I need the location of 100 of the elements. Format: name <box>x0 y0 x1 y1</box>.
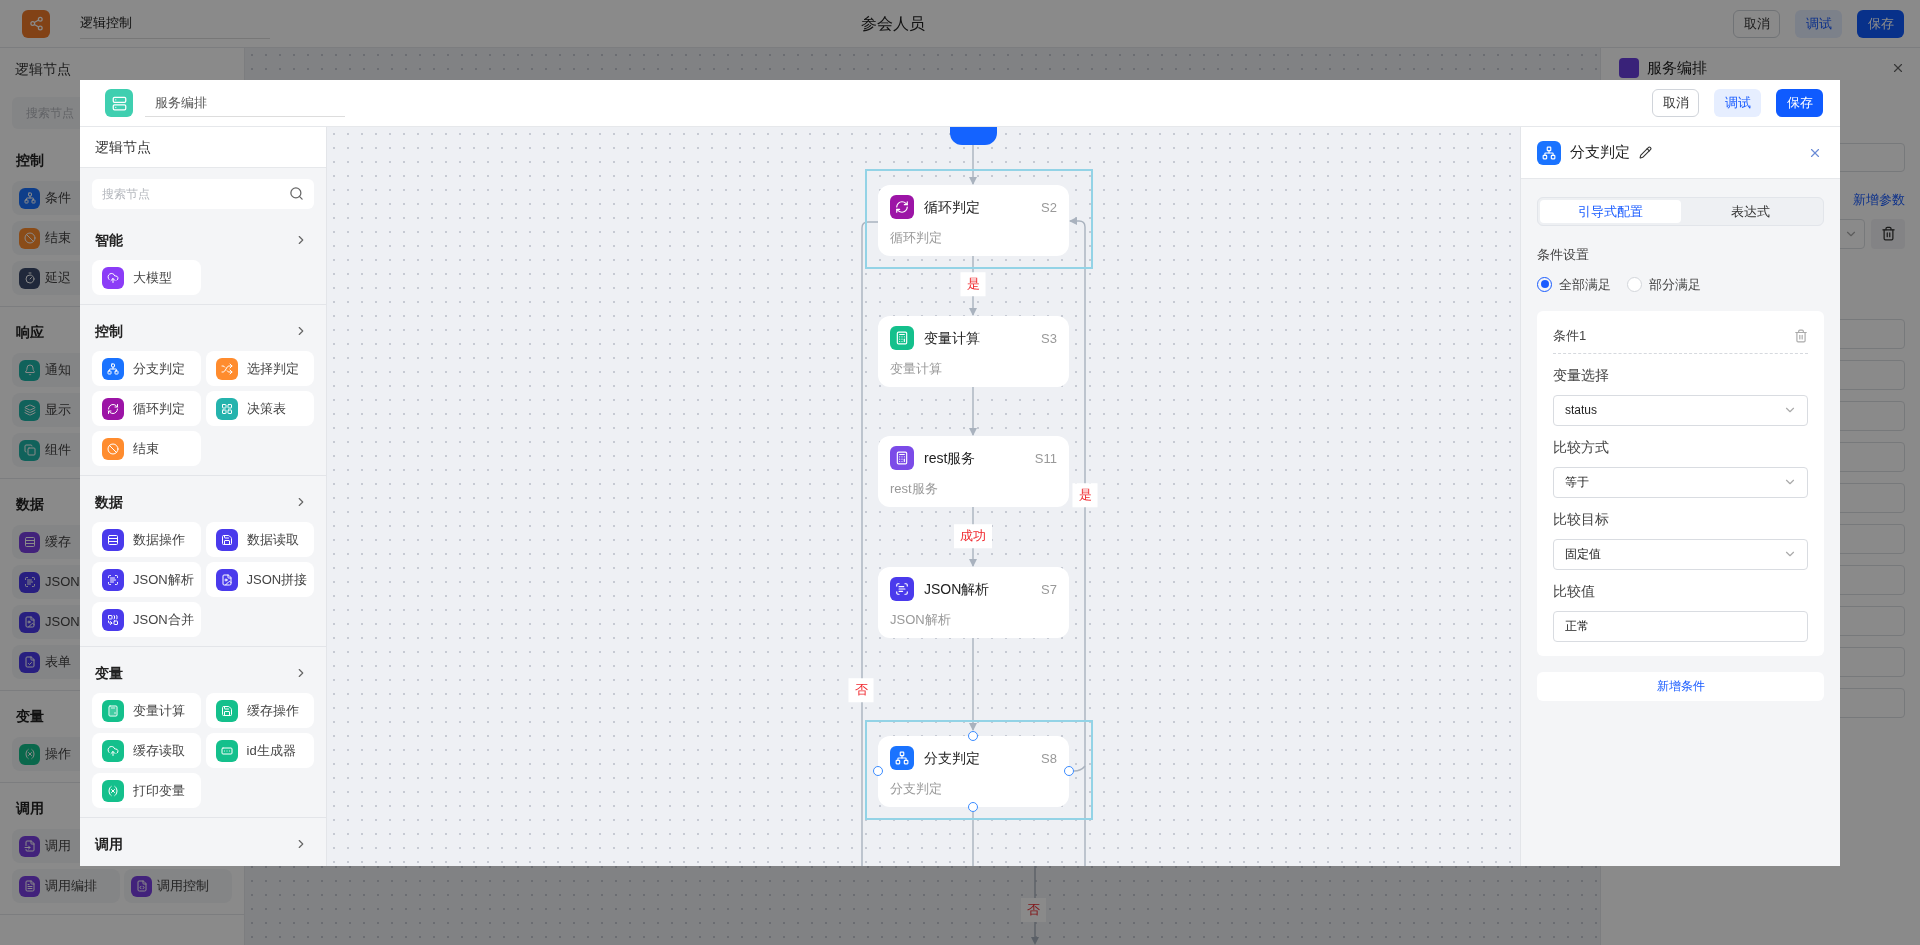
timer-icon <box>19 267 40 289</box>
action-button[interactable]: 保存 <box>1776 89 1823 117</box>
section-title: 调用 <box>95 834 123 854</box>
edge-label: 否 <box>848 678 874 702</box>
text-field[interactable]: 正常 <box>1553 610 1808 642</box>
search-field[interactable]: 搜索节点 <box>92 179 314 209</box>
palette-item[interactable]: JSON解析 <box>92 562 201 597</box>
node-subtitle: 循环判定 <box>890 229 942 247</box>
field-label: 比较值 <box>1553 581 1596 601</box>
panel-title: 服务编排 <box>1647 57 1707 78</box>
trash-icon <box>1880 226 1896 241</box>
palette-item[interactable]: 缓存操作 <box>205 693 314 728</box>
flow-node[interactable]: JSON解析 S7 JSON解析 <box>878 567 1069 638</box>
tab[interactable]: 引导式配置 <box>1540 200 1681 223</box>
edge-label: 否 <box>1021 898 1046 922</box>
copy-icon <box>19 439 40 461</box>
action-button[interactable]: 取消 <box>1733 9 1780 38</box>
node-title: 循环判定 <box>924 198 980 217</box>
search-icon[interactable] <box>289 186 304 201</box>
connection-handle[interactable] <box>873 766 883 776</box>
code-file-icon <box>131 875 152 897</box>
share-nodes-icon <box>22 9 50 38</box>
connector-line <box>972 811 974 866</box>
node-title: 变量计算 <box>924 329 980 348</box>
field-label: 变量选择 <box>1553 365 1610 385</box>
field-label: 比较目标 <box>1553 509 1610 529</box>
hierarchy-icon <box>19 187 40 209</box>
condition-title: 条件1 <box>1553 327 1587 345</box>
bell-icon <box>19 359 40 381</box>
panel-title: 分支判定 <box>1570 142 1630 163</box>
section-title: 调用 <box>16 798 44 818</box>
section-title: 数据 <box>16 494 44 514</box>
node-id: S3 <box>1041 330 1057 348</box>
layers-icon <box>19 399 40 421</box>
file-text-icon <box>19 875 40 897</box>
add-condition-button[interactable]: 新增条件 <box>1537 671 1824 701</box>
page-title: 参会人员 <box>860 13 926 34</box>
flow-node[interactable]: 循环判定 S2 循环判定 <box>878 185 1069 256</box>
trash-icon[interactable] <box>1794 328 1808 343</box>
node-subtitle: rest服务 <box>890 480 938 498</box>
palette-item[interactable]: 变量计算 <box>92 693 201 728</box>
node-id: S7 <box>1041 581 1057 599</box>
node-id: S11 <box>1034 450 1057 468</box>
connection-handle[interactable] <box>968 802 978 812</box>
node-title: rest服务 <box>924 449 976 468</box>
title-field[interactable]: 服务编排 <box>145 89 345 117</box>
action-button[interactable]: 取消 <box>1652 89 1699 117</box>
action-button[interactable]: 保存 <box>1857 9 1904 38</box>
edge-label: 是 <box>1072 483 1098 507</box>
flow-node[interactable]: rest服务 S11 rest服务 <box>878 436 1069 507</box>
pencil-icon[interactable] <box>1639 146 1652 159</box>
select-field[interactable]: 固定值 <box>1553 538 1808 570</box>
section-title: 变量 <box>16 706 44 726</box>
node-title: 分支判定 <box>924 749 980 768</box>
section-title: 控制 <box>16 150 44 170</box>
node-subtitle: 分支判定 <box>890 780 942 798</box>
radio-option[interactable]: 全部满足 <box>1537 274 1611 294</box>
rows-icon <box>19 531 40 553</box>
palette-item[interactable]: 分支判定 <box>92 351 201 386</box>
palette-item[interactable]: 循环判定 <box>92 391 201 426</box>
node-subtitle: JSON解析 <box>890 611 951 629</box>
flow-node[interactable]: 分支判定 S8 分支判定 <box>878 736 1069 807</box>
flow-node[interactable]: 变量计算 S3 变量计算 <box>878 316 1069 387</box>
palette-item[interactable]: 结束 <box>92 431 201 466</box>
palette-item[interactable]: 打印变量 <box>92 773 201 808</box>
file-check-icon <box>19 651 40 673</box>
palette-item[interactable]: 决策表 <box>205 391 314 426</box>
palette-item[interactable]: 数据操作 <box>92 522 201 557</box>
start-node[interactable] <box>950 127 997 145</box>
connection-handle[interactable] <box>968 731 978 741</box>
radio-option[interactable]: 部分满足 <box>1627 274 1701 294</box>
select-field[interactable]: status <box>1553 394 1808 426</box>
node-title: JSON解析 <box>924 580 990 599</box>
palette-item[interactable]: JSON拼接 <box>205 562 314 597</box>
section-label: 条件设置 <box>1537 246 1590 264</box>
palette-item[interactable]: 调用编排 <box>12 869 120 903</box>
palette-item[interactable]: 数据读取 <box>205 522 314 557</box>
palette-item[interactable]: JSON合并 <box>92 602 201 637</box>
service-icon <box>1619 58 1639 78</box>
node-subtitle: 变量计算 <box>890 360 942 378</box>
palette-item[interactable]: 选择判定 <box>205 351 314 386</box>
scan-text-icon <box>19 571 40 593</box>
palette-item[interactable]: 缓存读取 <box>92 733 201 768</box>
title-field[interactable]: 逻辑控制 <box>80 8 270 39</box>
variable-icon <box>19 743 40 765</box>
edge-label: 成功 <box>954 524 992 548</box>
delete-button[interactable] <box>1871 218 1905 249</box>
node-id: S8 <box>1041 750 1057 768</box>
close-icon[interactable] <box>1891 61 1905 75</box>
action-button[interactable]: 调试 <box>1714 89 1761 117</box>
select-field[interactable]: 等于 <box>1553 466 1808 498</box>
palette-item[interactable]: 调用控制 <box>124 869 232 903</box>
panel-title: 逻辑节点 <box>15 59 71 79</box>
edge-label: 是 <box>960 272 986 296</box>
ban-icon <box>19 227 40 249</box>
connection-handle[interactable] <box>1064 766 1074 776</box>
palette-item[interactable]: id生成器 <box>205 733 314 768</box>
file-input-icon <box>19 835 40 857</box>
palette-item[interactable]: 大模型 <box>92 260 201 295</box>
tab[interactable]: 表达式 <box>1680 200 1821 223</box>
